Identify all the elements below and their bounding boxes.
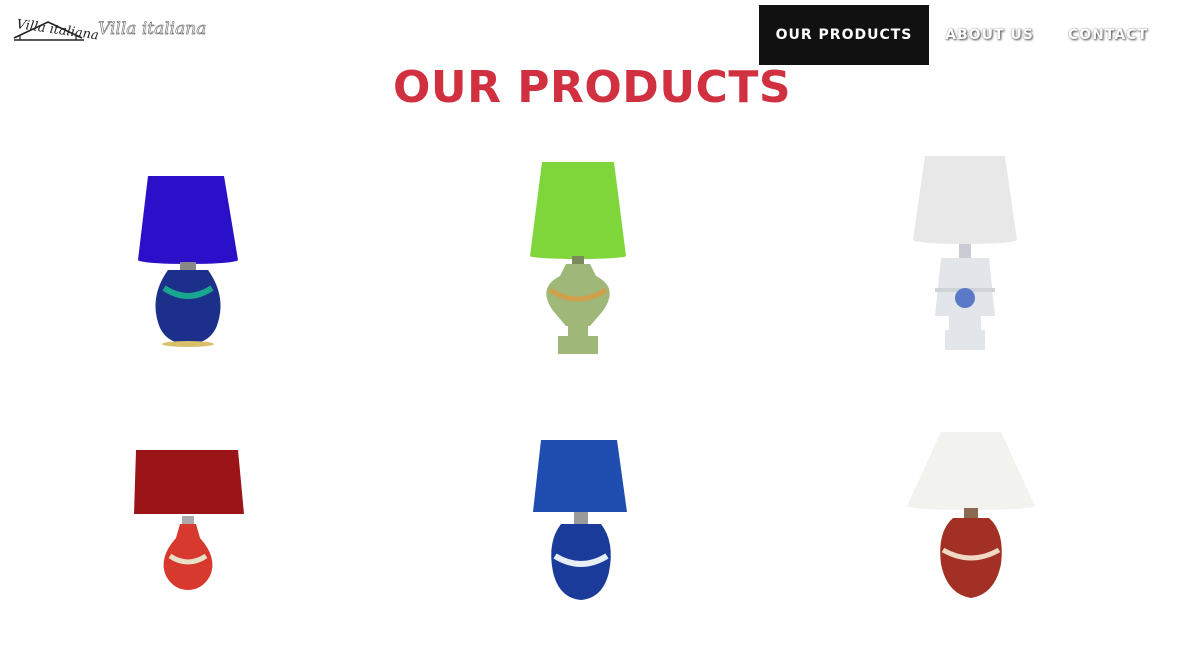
lamp-shade [907,432,1035,506]
lamp-shade [530,162,626,256]
lamp-shade [533,440,627,512]
product-card-3[interactable] [865,148,1065,358]
main-nav: OUR PRODUCTS ABOUT US CONTACT [759,5,1166,65]
nav-our-products[interactable]: OUR PRODUCTS [759,5,929,65]
lamp-shade-rim [913,236,1017,244]
table-lamp-blue-shade-image [138,176,238,347]
table-lamp-cream-shade-image [907,432,1035,598]
lamp-shade [134,450,244,514]
lamp-stem [949,316,981,330]
product-card-2[interactable] [478,150,678,360]
product-card-1[interactable] [88,148,288,358]
product-card-6[interactable] [871,428,1071,638]
nav-about-us[interactable]: ABOUT US [929,5,1050,65]
product-card-4[interactable] [88,440,288,648]
product-card-5[interactable] [481,438,681,648]
nav-contact[interactable]: CONTACT [1050,5,1166,65]
lamp-stem [568,326,588,336]
lamp-shade [138,176,238,260]
table-lamp-white-shade-image [913,156,1017,350]
lamp-base [155,270,221,344]
table-lamp-royal-blue-shade-image [533,440,627,600]
logo-graphic: Villa italiana Villa italiana [13,17,207,43]
page-title: OUR PRODUCTS [392,62,792,113]
lamp-shade [913,156,1017,240]
lamp-plinth [558,336,598,354]
brand-logo[interactable]: Villa italiana Villa italiana [10,12,210,46]
lamp-decor [955,288,975,308]
table-lamp-red-shade-image [134,450,244,590]
table-lamp-green-shade-image [530,162,626,354]
logo-wordmark: Villa italiana [98,19,206,39]
lamp-plinth [945,330,985,350]
